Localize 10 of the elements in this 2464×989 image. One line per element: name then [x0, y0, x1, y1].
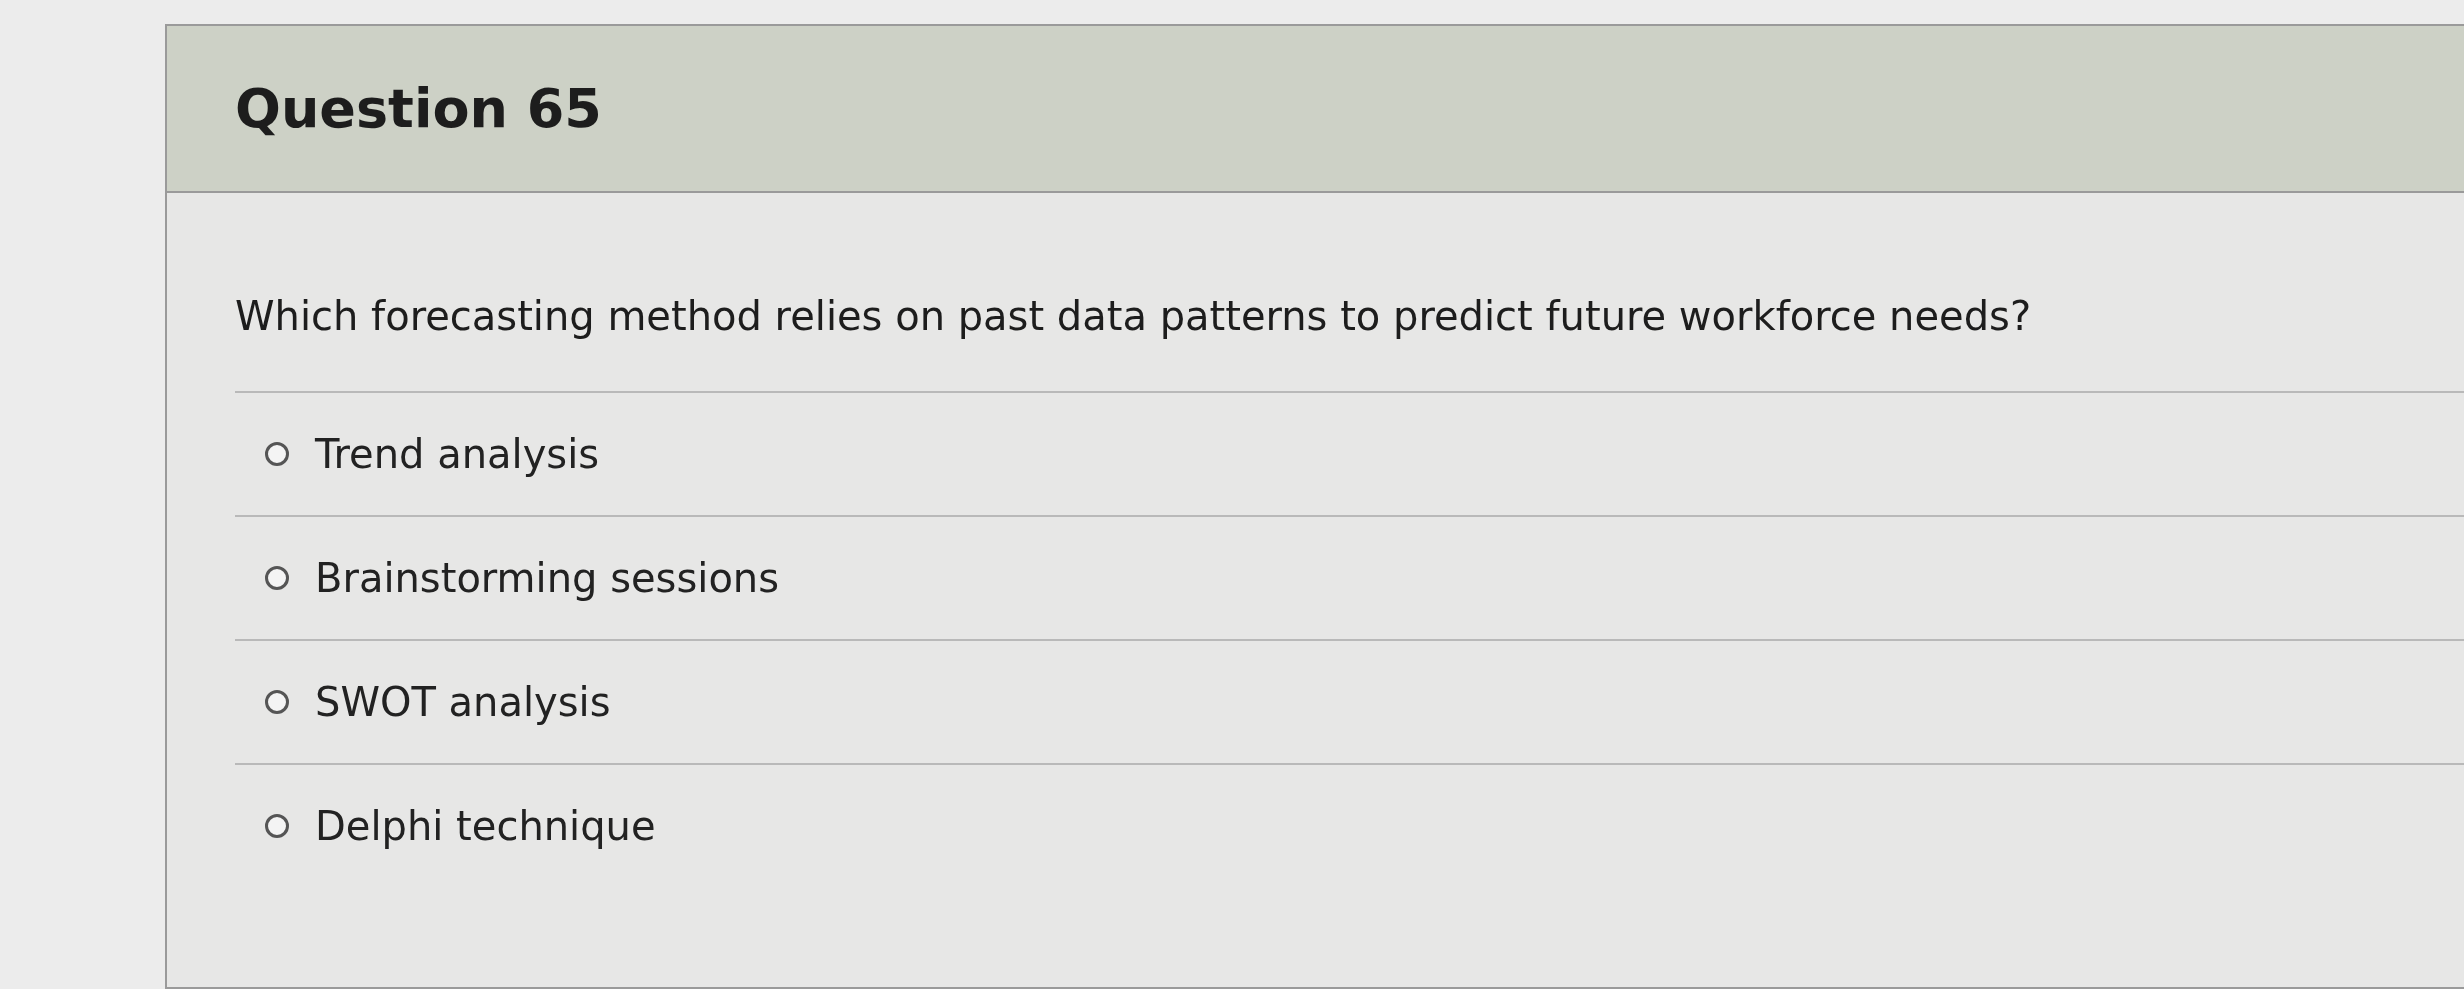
- answer-option[interactable]: Trend analysis: [235, 391, 2464, 515]
- question-title: Question 65: [235, 77, 602, 140]
- radio-button[interactable]: [265, 814, 289, 838]
- radio-button[interactable]: [265, 442, 289, 466]
- radio-button[interactable]: [265, 690, 289, 714]
- question-text: Which forecasting method relies on past data patterns to predict future workforce needs?: [235, 293, 2033, 339]
- answer-option[interactable]: Brainstorming sessions: [235, 515, 2464, 639]
- radio-button[interactable]: [265, 566, 289, 590]
- answer-option[interactable]: Delphi technique: [235, 763, 2464, 887]
- answer-option[interactable]: SWOT analysis: [235, 639, 2464, 763]
